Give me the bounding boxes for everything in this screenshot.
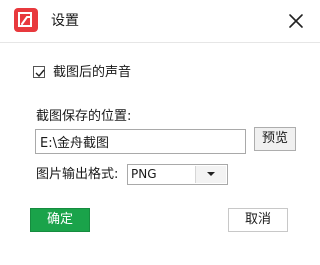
ok-button[interactable]: 确定	[30, 208, 90, 232]
settings-dialog: 设置 截图后的声音 截图保存的位置: 预览 图片输出格式: PNG 确定 取消	[0, 0, 320, 265]
app-logo-icon	[14, 8, 38, 32]
format-label: 图片输出格式:	[36, 167, 119, 182]
close-icon[interactable]	[284, 9, 308, 33]
cancel-button[interactable]: 取消	[228, 208, 288, 232]
format-select[interactable]: PNG	[127, 164, 228, 185]
save-path-label: 截图保存的位置:	[36, 109, 132, 124]
save-path-input[interactable]	[35, 129, 246, 154]
title-bar: 设置	[0, 0, 320, 43]
sound-checkbox-label: 截图后的声音	[53, 65, 132, 80]
browse-button[interactable]: 预览	[254, 127, 296, 151]
dialog-title: 设置	[51, 13, 79, 29]
caret-down-icon[interactable]	[195, 166, 226, 183]
format-selected-value: PNG	[131, 167, 157, 181]
sound-checkbox[interactable]	[33, 66, 45, 78]
